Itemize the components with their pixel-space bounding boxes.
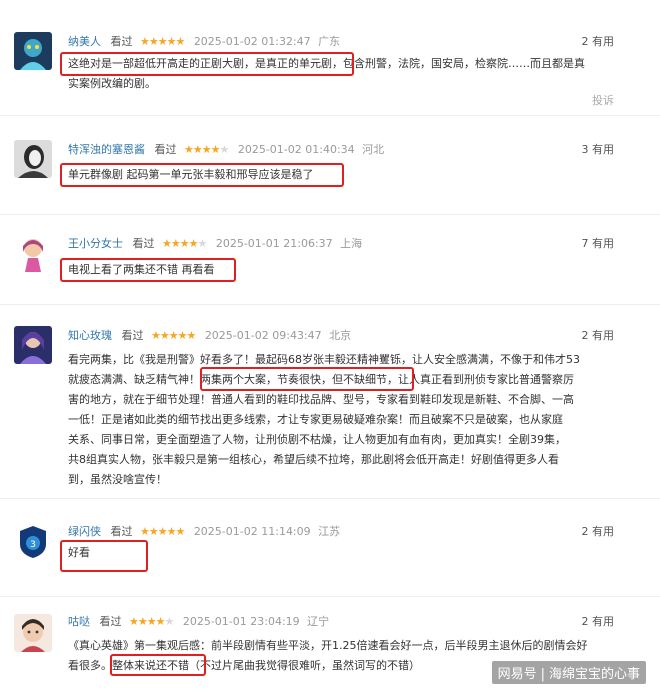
rating-stars: ★★★★★ [184, 143, 229, 156]
watermark-separator: | [540, 667, 545, 682]
review-time: 2025-01-01 21:06:37 [215, 237, 333, 250]
avatar[interactable] [14, 326, 52, 364]
useful-button[interactable]: 2 有用 [582, 34, 615, 50]
review-item: 知心玫瑰 看过 ★★★★★ 2025-01-02 09:43:47 北京 2 有… [0, 312, 660, 499]
username[interactable]: 王小分女士 [68, 237, 123, 250]
username[interactable]: 特浑浊的塞恩酱 [68, 143, 145, 156]
review-time: 2025-01-02 01:40:34 [237, 143, 355, 156]
highlight-box [60, 540, 148, 572]
useful-button[interactable]: 7 有用 [582, 236, 615, 252]
review-time: 2025-01-02 01:32:47 [193, 35, 311, 48]
useful-button[interactable]: 3 有用 [582, 142, 615, 158]
review-line: 到，虽然没啥宣传！ [68, 473, 167, 486]
useful-button[interactable]: 2 有用 [582, 328, 615, 344]
review-time: 2025-01-02 11:14:09 [193, 525, 311, 538]
review-time: 2025-01-01 23:04:19 [182, 615, 300, 628]
review-item: 王小分女士 看过 ★★★★★ 2025-01-01 21:06:37 上海 7 … [0, 220, 660, 305]
svg-text:3: 3 [30, 540, 36, 550]
review-meta: 绿闪侠 看过 ★★★★★ 2025-01-02 11:14:09 江苏 [68, 524, 344, 540]
useful-button[interactable]: 2 有用 [582, 524, 615, 540]
avatar[interactable] [14, 32, 52, 70]
review-meta: 纳美人 看过 ★★★★★ 2025-01-02 01:32:47 广东 [68, 34, 344, 50]
review-item: 特浑浊的塞恩酱 看过 ★★★★★ 2025-01-02 01:40:34 河北 … [0, 126, 660, 215]
highlight-box [200, 367, 414, 391]
watched-label: 看过 [110, 525, 133, 538]
review-location: 广东 [318, 35, 341, 48]
review-location: 上海 [340, 237, 363, 250]
watched-label: 看过 [110, 35, 133, 48]
review-location: 辽宁 [307, 615, 330, 628]
highlight-box [60, 258, 236, 282]
review-line: 关系、同事日常，更全面塑造了人物，让刑侦剧不枯燥，让人物更加有血有肉，更加真实！… [68, 433, 566, 446]
review-line: 《真心英雄》第一集观后感：前半段剧情有些平淡，开1.25倍速看会好一点，后半段男… [68, 639, 588, 652]
review-item: 纳美人 看过 ★★★★★ 2025-01-02 01:32:47 广东 2 有用… [0, 20, 660, 116]
rating-stars: ★★★★★ [140, 35, 185, 48]
report-link[interactable]: 投诉 [592, 92, 614, 108]
review-line: 共8组真实人物，张丰毅只是第一组核心，希望后续不拉垮，那此剧将会低开高走！好剧值… [68, 453, 559, 466]
highlight-box [110, 654, 206, 676]
review-meta: 知心玫瑰 看过 ★★★★★ 2025-01-02 09:43:47 北京 [68, 328, 355, 344]
review-location: 江苏 [318, 525, 341, 538]
username[interactable]: 绿闪侠 [68, 525, 101, 538]
rating-stars: ★★★★★ [151, 329, 196, 342]
review-meta: 王小分女士 看过 ★★★★★ 2025-01-01 21:06:37 上海 [68, 236, 366, 252]
review-location: 北京 [329, 329, 352, 342]
useful-button[interactable]: 2 有用 [582, 614, 615, 630]
watched-label: 看过 [121, 329, 144, 342]
review-line: 害的地方，就在于细节处理！普通人看到的鞋印找品牌、型号，专家看到鞋印发现是新鞋、… [68, 393, 574, 406]
review-meta: 咕哒 看过 ★★★★★ 2025-01-01 23:04:19 辽宁 [68, 614, 333, 630]
watermark-author: 海绵宝宝的心事 [548, 667, 640, 682]
rating-stars: ★★★★★ [129, 615, 174, 628]
review-line: 一低！正是诸如此类的细节找出更多线索，才让专家更易破疑难杂案！而且破案不只是破案… [68, 413, 563, 426]
watched-label: 看过 [154, 143, 177, 156]
rating-stars: ★★★★★ [140, 525, 185, 538]
watermark-brand: 网易号 [497, 667, 537, 682]
watermark: 网易号 | 海绵宝宝的心事 [491, 661, 646, 684]
review-item: 3 绿闪侠 看过 ★★★★★ 2025-01-02 11:14:09 江苏 2 … [0, 508, 660, 597]
watched-label: 看过 [132, 237, 155, 250]
avatar[interactable] [14, 234, 52, 272]
highlight-box [60, 163, 344, 187]
avatar[interactable] [14, 140, 52, 178]
watched-label: 看过 [99, 615, 122, 628]
review-line: 好看 [68, 546, 90, 559]
avatar[interactable] [14, 614, 52, 652]
username[interactable]: 咕哒 [68, 615, 90, 628]
review-text: 好看 [68, 543, 616, 563]
username[interactable]: 知心玫瑰 [68, 329, 112, 342]
review-location: 河北 [362, 143, 385, 156]
username[interactable]: 纳美人 [68, 35, 101, 48]
highlight-box [60, 52, 354, 76]
review-line: 实案例改编的剧。 [68, 77, 156, 90]
rating-stars: ★★★★★ [162, 237, 207, 250]
review-meta: 特浑浊的塞恩酱 看过 ★★★★★ 2025-01-02 01:40:34 河北 [68, 142, 388, 158]
avatar[interactable]: 3 [14, 522, 52, 560]
review-time: 2025-01-02 09:43:47 [204, 329, 322, 342]
